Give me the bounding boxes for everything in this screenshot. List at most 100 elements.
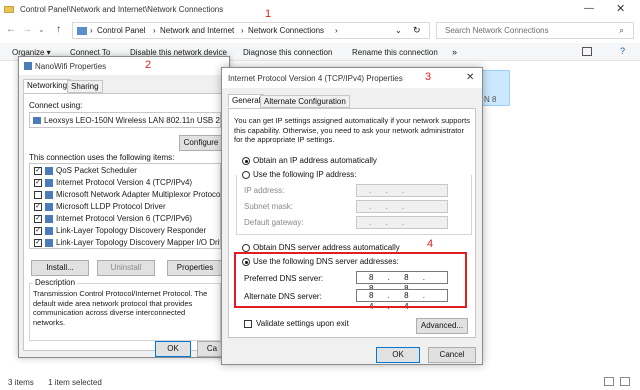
props-titlebar: NanoWifi Properties bbox=[19, 57, 229, 75]
tab-sharing[interactable]: Sharing bbox=[67, 80, 103, 93]
explorer-titlebar: Control Panel\Network and Internet\Netwo… bbox=[0, 0, 640, 20]
breadcrumb-network-connections[interactable]: Network Connections bbox=[248, 26, 324, 35]
rename-button[interactable]: Rename this connection bbox=[352, 48, 438, 57]
subnet-mask-field[interactable]: . . . bbox=[356, 200, 448, 213]
nanowifi-properties-dialog: NanoWifi Properties Networking Sharing C… bbox=[18, 56, 230, 358]
adapter-box: Leoxsys LEO-150N Wireless LAN 802.11n US… bbox=[29, 112, 221, 128]
tab-networking[interactable]: Networking bbox=[23, 79, 72, 93]
item-label: Microsoft Network Adapter Multiplexor Pr… bbox=[56, 190, 221, 199]
breadcrumb-sep-icon: › bbox=[90, 26, 93, 35]
subnet-mask-label: Subnet mask: bbox=[244, 202, 293, 211]
adapter-name: Leoxsys LEO-150N Wireless LAN 802.11n US… bbox=[44, 116, 220, 125]
item-icon bbox=[45, 214, 53, 223]
tiles-view-icon[interactable] bbox=[620, 377, 630, 386]
uninstall-button[interactable]: Uninstall bbox=[97, 260, 155, 276]
item-checkbox[interactable]: ✓ bbox=[34, 238, 42, 247]
list-item[interactable]: ✓ Link-Layer Topology Discovery Responder bbox=[34, 226, 206, 238]
list-item[interactable]: ✓ Internet Protocol Version 6 (TCP/IPv6) bbox=[34, 214, 192, 226]
tab-general[interactable]: General bbox=[228, 94, 265, 108]
up-icon[interactable]: ↑ bbox=[56, 24, 61, 35]
description-title: Description bbox=[33, 278, 78, 287]
details-view-icon[interactable] bbox=[604, 377, 614, 386]
obtain-dns-auto-radio[interactable] bbox=[242, 244, 250, 252]
configure-button[interactable]: Configure bbox=[179, 135, 223, 151]
annotation-3: 3 bbox=[425, 71, 432, 83]
tab-alternate-configuration[interactable]: Alternate Configuration bbox=[260, 95, 350, 108]
list-item[interactable]: ✓ Link-Layer Topology Discovery Mapper I/… bbox=[34, 238, 221, 248]
forward-icon[interactable]: → bbox=[22, 24, 32, 35]
close-icon[interactable]: ✕ bbox=[466, 72, 474, 83]
item-icon bbox=[45, 238, 53, 247]
item-label: Internet Protocol Version 4 (TCP/IPv4) bbox=[56, 178, 193, 187]
list-item[interactable]: ✓ QoS Packet Scheduler bbox=[34, 166, 137, 178]
items-label: This connection uses the following items… bbox=[29, 153, 175, 162]
item-icon bbox=[45, 226, 53, 235]
status-selected-count: 1 item selected bbox=[48, 378, 102, 387]
status-items-count: 3 items bbox=[8, 378, 34, 387]
address-box[interactable]: › Control Panel › Network and Internet ›… bbox=[72, 22, 430, 39]
more-commands-button[interactable]: » bbox=[452, 47, 457, 57]
validate-settings-label: Validate settings upon exit bbox=[256, 319, 349, 328]
description-text: Transmission Control Protocol/Internet P… bbox=[33, 289, 208, 327]
props-title: NanoWifi Properties bbox=[35, 62, 107, 71]
network-adapter-icon bbox=[24, 62, 32, 70]
item-label: QoS Packet Scheduler bbox=[56, 166, 137, 175]
install-button[interactable]: Install... bbox=[31, 260, 89, 276]
default-gateway-label: Default gateway: bbox=[244, 218, 304, 227]
diagnose-button[interactable]: Diagnose this connection bbox=[243, 48, 332, 57]
item-icon bbox=[45, 190, 53, 199]
properties-button[interactable]: Properties bbox=[167, 260, 223, 276]
back-icon[interactable]: ← bbox=[6, 24, 16, 35]
ipv4-titlebar: Internet Protocol Version 4 (TCP/IPv4) P… bbox=[222, 68, 482, 88]
item-checkbox[interactable]: ✓ bbox=[34, 226, 42, 235]
refresh-icon[interactable]: ↻ bbox=[413, 25, 421, 36]
item-label: Link-Layer Topology Discovery Mapper I/O… bbox=[56, 238, 221, 247]
ipv4-intro-text: You can get IP settings assigned automat… bbox=[234, 116, 470, 144]
default-gateway-field[interactable]: . . . bbox=[356, 216, 448, 229]
minimize-button[interactable]: — bbox=[584, 3, 594, 14]
breadcrumb-sep-icon: › bbox=[335, 26, 338, 35]
items-list: ✓ QoS Packet Scheduler ✓ Internet Protocol… bbox=[29, 163, 221, 249]
item-icon bbox=[45, 166, 53, 175]
list-item[interactable]: Microsoft Network Adapter Multiplexor Pr… bbox=[34, 190, 221, 202]
ipv4-ok-button[interactable]: OK bbox=[376, 347, 420, 363]
obtain-dns-auto-label: Obtain DNS server address automatically bbox=[253, 243, 400, 252]
advanced-button[interactable]: Advanced... bbox=[416, 318, 468, 334]
help-icon[interactable]: ? bbox=[620, 46, 625, 56]
obtain-ip-auto-label: Obtain an IP address automatically bbox=[253, 156, 377, 165]
item-icon bbox=[45, 178, 53, 187]
annotation-4: 4 bbox=[427, 238, 434, 250]
breadcrumb-control-panel[interactable]: Control Panel bbox=[97, 26, 145, 35]
adapter-tile-text: N 8 bbox=[484, 95, 497, 104]
item-checkbox[interactable]: ✓ bbox=[34, 178, 42, 187]
ipv4-cancel-button[interactable]: Cancel bbox=[428, 347, 476, 363]
validate-settings-checkbox[interactable] bbox=[244, 320, 252, 328]
close-icon[interactable]: ✕ bbox=[616, 2, 625, 15]
folder-icon bbox=[4, 6, 14, 13]
ipv4-properties-dialog: Internet Protocol Version 4 (TCP/IPv4) P… bbox=[221, 67, 483, 365]
item-label: Microsoft LLDP Protocol Driver bbox=[56, 202, 166, 211]
item-icon bbox=[45, 202, 53, 211]
props-ok-button[interactable]: OK bbox=[155, 341, 191, 357]
connect-using-label: Connect using: bbox=[29, 101, 83, 110]
view-options-icon[interactable] bbox=[582, 47, 592, 56]
search-input[interactable]: Search Network Connections bbox=[445, 26, 549, 35]
item-checkbox[interactable]: ✓ bbox=[34, 202, 42, 211]
ip-address-field[interactable]: . . . bbox=[356, 184, 448, 197]
obtain-ip-auto-radio[interactable] bbox=[242, 157, 250, 165]
item-checkbox[interactable]: ✓ bbox=[34, 214, 42, 223]
address-dropdown-icon[interactable]: ⌄ bbox=[395, 26, 402, 35]
item-checkbox[interactable] bbox=[34, 190, 42, 199]
annotation-1: 1 bbox=[265, 8, 272, 20]
search-icon: ⌕ bbox=[619, 25, 625, 35]
window-title: Control Panel\Network and Internet\Netwo… bbox=[20, 5, 224, 14]
list-item[interactable]: ✓ Internet Protocol Version 4 (TCP/IPv4) bbox=[34, 178, 192, 190]
list-item[interactable]: ✓ Microsoft LLDP Protocol Driver bbox=[34, 202, 166, 214]
item-checkbox[interactable]: ✓ bbox=[34, 166, 42, 175]
recent-chevron-icon[interactable]: ⌄ bbox=[38, 25, 45, 34]
search-box[interactable]: Search Network Connections ⌕ bbox=[436, 22, 634, 39]
breadcrumb-network-internet[interactable]: Network and Internet bbox=[160, 26, 234, 35]
adapter-icon bbox=[33, 117, 41, 124]
ip-address-label: IP address: bbox=[244, 186, 285, 195]
nav-bar: ← → ⌄ ↑ › Control Panel › Network and In… bbox=[0, 21, 640, 41]
